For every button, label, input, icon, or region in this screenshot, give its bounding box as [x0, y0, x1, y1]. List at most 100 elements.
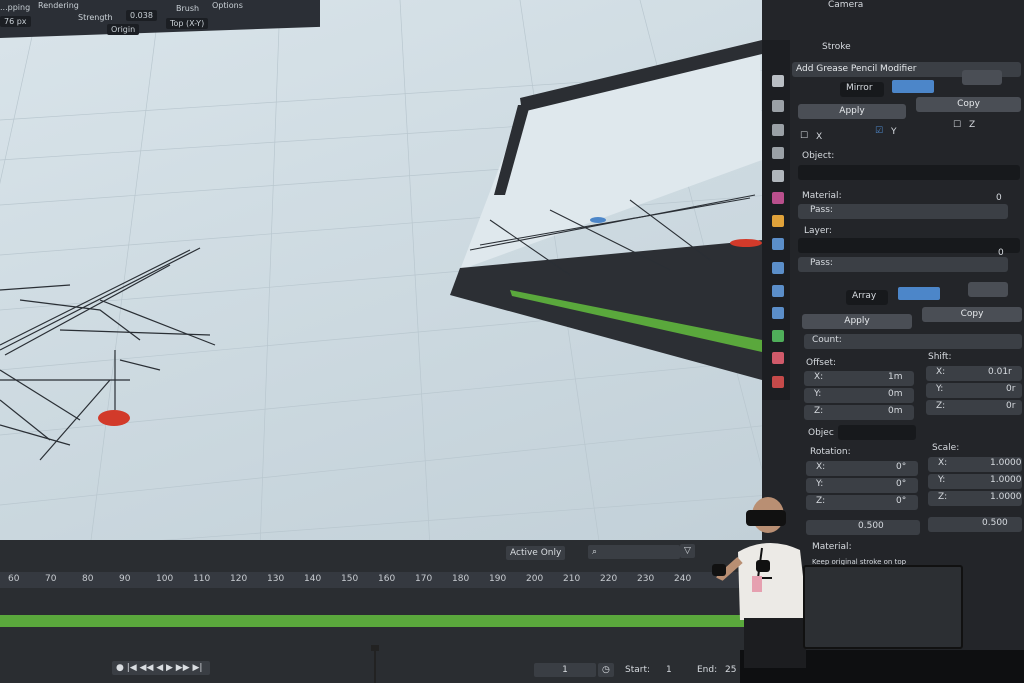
array-scale-x-axis: X: [938, 458, 948, 468]
mirror-name: Mirror [846, 83, 873, 93]
stage-monitor [803, 565, 963, 649]
frame-tick: 220 [600, 574, 618, 584]
frame-tick: 70 [45, 574, 57, 584]
preview-range-icon[interactable]: ◷ [598, 663, 614, 677]
array-name: Array [852, 291, 877, 301]
mirror-material-label: Material: [802, 191, 842, 201]
frame-tick: 80 [82, 574, 94, 584]
array-apply-button[interactable]: Apply [802, 314, 912, 329]
array-shift-x-value: 0.01r [988, 367, 1012, 377]
mirror-y-checkbox[interactable]: ☑ [875, 126, 883, 136]
frame-tick: 170 [415, 574, 433, 584]
mode-label[interactable]: ...pping [0, 3, 30, 12]
array-visibility-toggles[interactable] [898, 287, 940, 300]
texture-icon[interactable] [772, 376, 784, 388]
timeline-search-input[interactable]: ⌕ [588, 545, 680, 559]
camera-label: Camera [828, 0, 864, 10]
microphone-stand [371, 645, 379, 683]
array-rotation-label: Rotation: [810, 447, 851, 457]
mirror-z-checkbox[interactable]: ☐ [953, 120, 961, 130]
mirror-layer-field[interactable] [798, 238, 1020, 253]
start-label: Start: [625, 665, 651, 675]
array-scale-z-value: 1.0000 [990, 492, 1022, 502]
array-move-buttons[interactable] [968, 282, 1008, 297]
mirror-pass-label: Pass: [810, 205, 833, 215]
playback-controls[interactable]: ● |◀ ◀◀ ◀ ▶ ▶▶ ▶| [112, 661, 210, 675]
world-icon[interactable] [772, 192, 784, 204]
array-shift-label: Shift: [928, 352, 952, 362]
start-value[interactable]: 1 [666, 665, 672, 675]
mirror-visibility-toggles[interactable] [892, 80, 934, 93]
data-icon[interactable] [772, 330, 784, 342]
array-copy-button[interactable]: Copy [922, 307, 1022, 322]
array-offset-y-axis: Y: [814, 389, 822, 399]
effects-icon[interactable] [772, 262, 784, 274]
stroke-label: Stroke [822, 42, 851, 52]
scene-icon[interactable] [772, 170, 784, 182]
frame-tick: 200 [526, 574, 544, 584]
options-menu[interactable]: Options [212, 1, 243, 10]
array-object-field[interactable] [838, 425, 916, 440]
mirror-pass2-value: 0 [998, 248, 1004, 258]
frame-tick: 140 [304, 574, 322, 584]
strength-field[interactable]: 0.038 [126, 10, 157, 21]
array-offset-y-value: 0m [888, 389, 903, 399]
modifier-wrench-icon[interactable] [772, 238, 784, 250]
array-scale-y-axis: Y: [938, 475, 946, 485]
array-rot-y-value: 0° [896, 479, 907, 489]
view-dropdown[interactable]: Top (X-Y) [166, 18, 209, 29]
frame-tick: 240 [674, 574, 692, 584]
mirror-apply-button[interactable]: Apply [798, 104, 906, 119]
frame-tick: 90 [119, 574, 131, 584]
active-only-toggle[interactable]: Active Only [506, 546, 566, 560]
tool-icon[interactable] [772, 75, 784, 87]
filter-icon[interactable]: ▽ [680, 544, 695, 558]
mirror-layer-label: Layer: [804, 226, 832, 236]
frame-tick: 150 [341, 574, 359, 584]
mirror-z-label: Z [969, 120, 976, 130]
array-scale-x-value: 1.0000 [990, 458, 1022, 468]
rendering-tab[interactable]: Rendering [38, 1, 79, 10]
origin-dropdown[interactable]: Origin [107, 24, 140, 35]
radius-field[interactable]: 76 px [0, 16, 31, 27]
mirror-copy-button[interactable]: Copy [916, 97, 1021, 112]
mirror-object-field[interactable] [798, 165, 1020, 180]
render-icon[interactable] [772, 100, 784, 112]
frame-tick: 130 [267, 574, 285, 584]
output-icon[interactable] [772, 124, 784, 136]
view-layer-icon[interactable] [772, 147, 784, 159]
object-icon[interactable] [772, 215, 784, 227]
array-shift-x-axis: X: [936, 367, 946, 377]
material-icon[interactable] [772, 352, 784, 364]
keyframe-summary-bar [0, 615, 745, 627]
physics-icon[interactable] [772, 285, 784, 297]
frame-tick: 210 [563, 574, 581, 584]
presentation-photo: ...pping Rendering 76 px Strength 0.038 … [0, 0, 1024, 683]
origin-marker [98, 410, 130, 426]
array-offset-z-axis: Z: [814, 406, 824, 416]
frame-tick: 230 [637, 574, 655, 584]
strength-label: Strength [78, 13, 113, 22]
constraints-icon[interactable] [772, 307, 784, 319]
mirror-x-checkbox[interactable]: ☐ [800, 131, 808, 141]
brush-menu[interactable]: Brush [176, 4, 199, 13]
array-shift-z-value: 0r [1006, 401, 1016, 411]
mirror-pass-value: 0 [996, 193, 1002, 203]
array-count-label: Count: [812, 335, 842, 345]
mirror-y-label: Y [891, 127, 897, 137]
array-scale-label: Scale: [932, 443, 960, 453]
current-frame-field[interactable]: 1 [534, 663, 596, 677]
frame-tick: 100 [156, 574, 174, 584]
grease-pencil-strokes [0, 247, 216, 461]
array-offset-x-axis: X: [814, 372, 824, 382]
array-scale-y-value: 1.0000 [990, 475, 1022, 485]
frame-tick: 110 [193, 574, 211, 584]
mirror-object-label: Object: [802, 151, 835, 161]
array-rot-x-value: 0° [896, 462, 907, 472]
frame-tick: 120 [230, 574, 248, 584]
floating-viewport-plane [450, 40, 762, 380]
frame-tick: 60 [8, 574, 20, 584]
mirror-x-label: X [816, 132, 823, 142]
array-objec-label: Objec [808, 428, 834, 438]
mirror-move-buttons[interactable] [962, 70, 1002, 85]
